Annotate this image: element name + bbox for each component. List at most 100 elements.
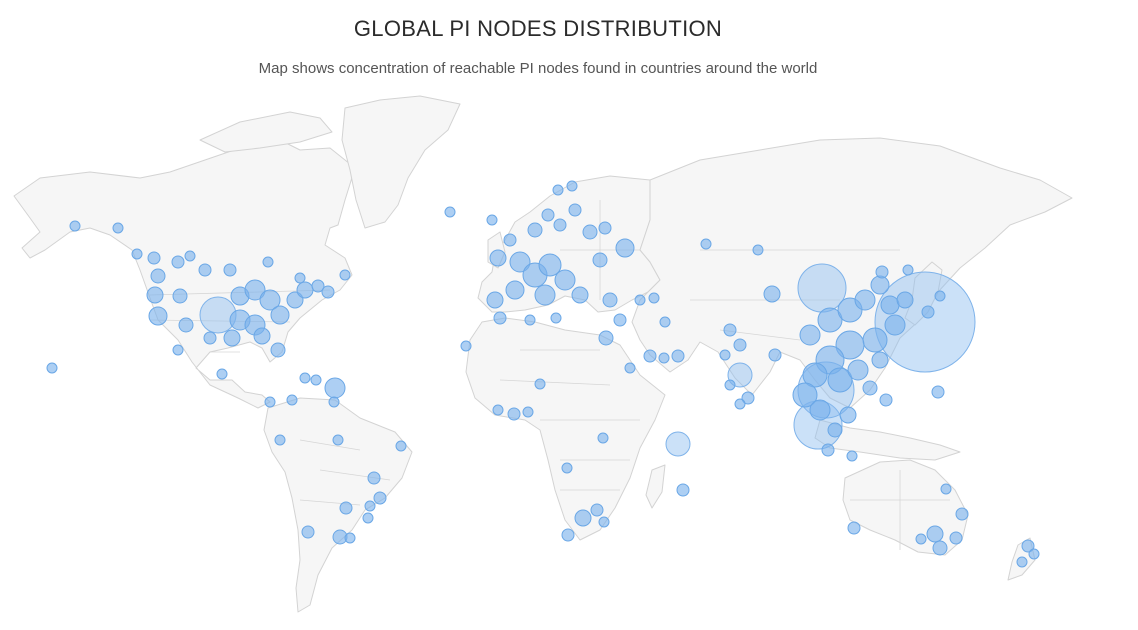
node-marker[interactable] — [671, 349, 685, 363]
node-marker[interactable] — [624, 362, 636, 374]
node-marker[interactable] — [821, 443, 835, 457]
node-cluster-us-west[interactable] — [199, 296, 237, 334]
node-marker[interactable] — [561, 462, 573, 474]
node-marker[interactable] — [274, 434, 286, 446]
node-marker[interactable] — [592, 252, 608, 268]
node-marker[interactable] — [131, 248, 143, 260]
node-marker[interactable] — [184, 250, 196, 262]
node-marker[interactable] — [809, 399, 831, 421]
node-marker[interactable] — [700, 238, 712, 250]
node-marker[interactable] — [178, 317, 194, 333]
node-marker[interactable] — [46, 362, 58, 374]
node-marker[interactable] — [172, 344, 184, 356]
node-marker[interactable] — [489, 249, 507, 267]
world-map[interactable] — [0, 0, 1138, 630]
node-marker[interactable] — [332, 434, 344, 446]
node-marker[interactable] — [147, 251, 161, 265]
node-marker[interactable] — [734, 398, 746, 410]
node-marker[interactable] — [550, 312, 562, 324]
node-marker[interactable] — [659, 316, 671, 328]
node-marker[interactable] — [486, 291, 504, 309]
node-marker[interactable] — [949, 531, 963, 545]
node-marker[interactable] — [648, 292, 660, 304]
node-marker[interactable] — [752, 244, 764, 256]
node-marker[interactable] — [146, 286, 164, 304]
node-marker[interactable] — [676, 483, 690, 497]
node-marker[interactable] — [846, 450, 858, 462]
node-marker[interactable] — [926, 525, 944, 543]
node-marker[interactable] — [862, 327, 888, 353]
node-marker[interactable] — [253, 327, 271, 345]
node-marker[interactable] — [879, 393, 893, 407]
node-marker[interactable] — [931, 385, 945, 399]
node-marker[interactable] — [541, 208, 555, 222]
node-marker[interactable] — [862, 380, 878, 396]
node-marker[interactable] — [364, 500, 376, 512]
node-marker[interactable] — [270, 305, 290, 325]
node-marker[interactable] — [270, 342, 286, 358]
node-marker[interactable] — [223, 263, 237, 277]
node-marker[interactable] — [598, 221, 612, 235]
node-marker[interactable] — [571, 286, 589, 304]
node-marker[interactable] — [613, 313, 627, 327]
node-marker[interactable] — [486, 214, 498, 226]
node-marker[interactable] — [112, 222, 124, 234]
node-marker[interactable] — [615, 238, 635, 258]
node-marker[interactable] — [934, 290, 946, 302]
node-marker[interactable] — [574, 509, 592, 527]
node-marker[interactable] — [1016, 556, 1028, 568]
node-marker[interactable] — [148, 306, 168, 326]
node-marker[interactable] — [643, 349, 657, 363]
node-marker[interactable] — [733, 338, 747, 352]
node-marker[interactable] — [362, 512, 374, 524]
node-marker[interactable] — [460, 340, 472, 352]
node-marker[interactable] — [286, 394, 298, 406]
node-marker[interactable] — [444, 206, 456, 218]
node-marker[interactable] — [880, 295, 900, 315]
node-marker[interactable] — [719, 349, 731, 361]
node-marker[interactable] — [552, 184, 564, 196]
node-marker[interactable] — [216, 368, 228, 380]
node-marker[interactable] — [264, 396, 276, 408]
node-marker[interactable] — [203, 331, 217, 345]
node-marker[interactable] — [870, 275, 890, 295]
node-marker[interactable] — [602, 292, 618, 308]
node-marker[interactable] — [505, 280, 525, 300]
node-marker[interactable] — [339, 269, 351, 281]
node-marker[interactable] — [524, 314, 536, 326]
node-marker[interactable] — [827, 422, 843, 438]
node-marker[interactable] — [344, 532, 356, 544]
node-marker[interactable] — [493, 311, 507, 325]
node-marker[interactable] — [553, 218, 567, 232]
node-marker[interactable] — [955, 507, 969, 521]
node-marker[interactable] — [328, 396, 340, 408]
node-marker[interactable] — [847, 359, 869, 381]
node-marker[interactable] — [875, 265, 889, 279]
node-marker[interactable] — [223, 329, 241, 347]
node-marker[interactable] — [150, 268, 166, 284]
node-marker[interactable] — [723, 323, 737, 337]
node-marker[interactable] — [932, 540, 948, 556]
node-marker[interactable] — [339, 501, 353, 515]
node-marker[interactable] — [294, 272, 306, 284]
node-marker[interactable] — [940, 483, 952, 495]
node-marker[interactable] — [568, 203, 582, 217]
node-marker[interactable] — [301, 525, 315, 539]
node-marker[interactable] — [503, 233, 517, 247]
node-marker[interactable] — [768, 348, 782, 362]
node-marker[interactable] — [896, 291, 914, 309]
node-marker[interactable] — [299, 372, 311, 384]
node-marker[interactable] — [554, 269, 576, 291]
node-marker[interactable] — [847, 521, 861, 535]
node-marker[interactable] — [566, 180, 578, 192]
node-marker[interactable] — [373, 491, 387, 505]
node-marker[interactable] — [763, 285, 781, 303]
node-marker[interactable] — [839, 406, 857, 424]
node-marker[interactable] — [590, 503, 604, 517]
node-marker[interactable] — [597, 432, 609, 444]
node-marker[interactable] — [507, 407, 521, 421]
node-marker[interactable] — [492, 404, 504, 416]
node-marker[interactable] — [395, 440, 407, 452]
node-marker[interactable] — [561, 528, 575, 542]
node-marker[interactable] — [1028, 548, 1040, 560]
